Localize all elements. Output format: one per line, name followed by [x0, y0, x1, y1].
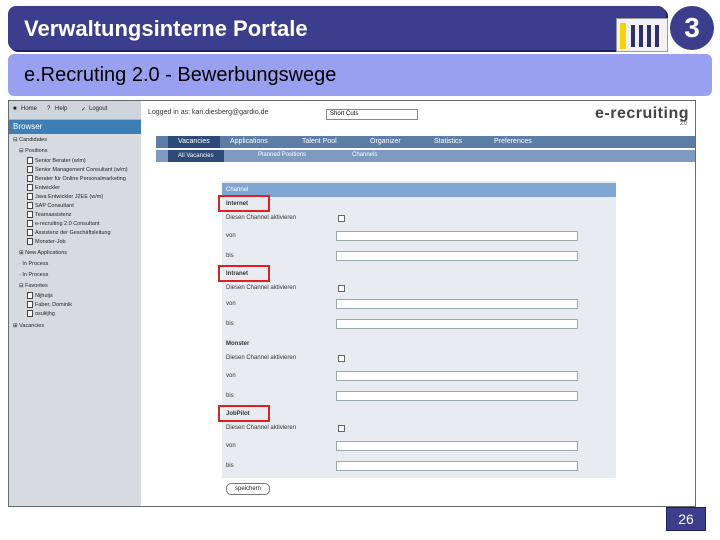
toolbar-help[interactable]: Help [55, 106, 67, 112]
tree-item[interactable]: ⊟ Positions [19, 148, 47, 154]
tree-item[interactable]: ⊞ New Applications [19, 250, 67, 256]
logged-in-info: Logged in as: kari.diesberg@gardio.de [148, 109, 269, 116]
tree-item[interactable]: ⊟ Favorites [19, 283, 48, 289]
slide-subtitle: e.Recruting 2.0 - Bewerbungswege [24, 64, 337, 86]
tree-item[interactable]: Nijhuijs [27, 292, 53, 299]
tree-item[interactable]: ⊟ Candidates [13, 137, 47, 143]
bis-row: bis [222, 249, 616, 263]
bis-row: bis [222, 389, 616, 403]
bis-input[interactable] [336, 461, 578, 471]
tree-item[interactable]: Entwickler [27, 184, 60, 191]
left-toolbar: ■ Home ? Help ✓ Logout [9, 101, 141, 120]
brand-version: 2.0 [680, 121, 687, 127]
subtab-planned-positions[interactable]: Planned Positions [258, 152, 306, 158]
activate-row: Diesen Channel aktivieren [222, 421, 616, 435]
tree-item[interactable]: e-recruiting 2.0 Consultant [27, 220, 100, 227]
von-row: von [222, 369, 616, 383]
tree-item[interactable]: ⊞ Vacancies [13, 323, 44, 329]
brand-logo: e-recruiting [594, 105, 689, 122]
slide-title-bar: Verwaltungsinterne Portale [8, 6, 668, 52]
von-row: von [222, 297, 616, 311]
tab-applications[interactable]: Applications [230, 138, 268, 145]
von-row: von [222, 229, 616, 243]
highlight-internet [218, 195, 270, 212]
activate-checkbox[interactable] [338, 285, 345, 292]
tree-item[interactable]: osuliijhg [27, 310, 55, 317]
subtab-channels[interactable]: Channels [352, 152, 377, 158]
app-screenshot: ■ Home ? Help ✓ Logout Browser ⊟ Candida… [8, 100, 696, 507]
bis-input[interactable] [336, 319, 578, 329]
tree-item[interactable]: · In Process [19, 261, 48, 267]
activate-checkbox[interactable] [338, 355, 345, 362]
von-row: von [222, 439, 616, 453]
tree-item[interactable]: Berater für Online Personalmarketing [27, 175, 126, 182]
slide-title: Verwaltungsinterne Portale [24, 16, 308, 41]
sub-nav: All Vacancies Planned Positions Channels [156, 150, 695, 162]
von-input[interactable] [336, 299, 578, 309]
channel-name-row: Monster [222, 337, 616, 351]
help-icon[interactable]: ? [47, 106, 50, 112]
activate-row: Diesen Channel aktivieren [222, 281, 616, 295]
tree-item[interactable]: Senior Management Consultant (w/m) [27, 166, 128, 173]
toolbar-logout[interactable]: Logout [89, 106, 107, 112]
bis-input[interactable] [336, 251, 578, 261]
channel-name-row: JobPilot [222, 407, 616, 421]
save-button[interactable]: speichern [226, 483, 270, 495]
tree-item[interactable]: Faber, Dominik [27, 301, 72, 308]
tab-organizer[interactable]: Organizer [370, 138, 401, 145]
logo-badge: 3 [670, 6, 714, 50]
shortcuts-select[interactable]: Short Cuts [326, 109, 418, 120]
tab-vacancies[interactable]: Vacancies [168, 136, 220, 148]
channel-name-row: Internet [222, 197, 616, 211]
activate-checkbox[interactable] [338, 425, 345, 432]
channel-name: Monster [226, 341, 250, 347]
bis-row: bis [222, 317, 616, 331]
logout-icon[interactable]: ✓ [81, 106, 86, 113]
von-input[interactable] [336, 371, 578, 381]
tab-talent-pool[interactable]: Talent Pool [302, 138, 337, 145]
logo-icon [616, 18, 668, 52]
home-icon[interactable]: ■ [13, 106, 17, 112]
tree-item[interactable]: SAP Consultant [27, 202, 74, 209]
channel-name-row: Intranet [222, 267, 616, 281]
tab-preferences[interactable]: Preferences [494, 138, 532, 145]
highlight-jobpilot [218, 405, 270, 422]
slide-subtitle-bar: e.Recruting 2.0 - Bewerbungswege [8, 54, 712, 96]
highlight-intranet [218, 265, 270, 282]
page-number: 26 [666, 507, 706, 531]
toolbar-home[interactable]: Home [21, 106, 37, 112]
activate-row: Diesen Channel aktivieren [222, 351, 616, 365]
main-panel: Logged in as: kari.diesberg@gardio.de Sh… [142, 101, 695, 506]
von-input[interactable] [336, 441, 578, 451]
tree-item[interactable]: Teamassistenz [27, 211, 71, 218]
channel-header: Channel [222, 183, 616, 197]
tab-statistics[interactable]: Statistics [434, 138, 462, 145]
browser-header: Browser [9, 120, 141, 134]
tree-item[interactable]: Assistenz der Geschäftsleitung [27, 229, 111, 236]
von-input[interactable] [336, 231, 578, 241]
tree-item[interactable]: Monster-Job [27, 238, 66, 245]
channel-form: Channel Internet Diesen Channel aktivier… [222, 181, 616, 478]
tree-item[interactable]: Senior Berater (w/m) [27, 157, 86, 164]
tree-item[interactable]: Java Entwickler J2EE (w/m) [27, 193, 103, 200]
subtab-all-vacancies[interactable]: All Vacancies [168, 150, 224, 162]
activate-checkbox[interactable] [338, 215, 345, 222]
bis-row: bis [222, 459, 616, 473]
activate-row: Diesen Channel aktivieren [222, 211, 616, 225]
main-nav: Vacancies Applications Talent Pool Organ… [156, 136, 695, 148]
left-panel: ■ Home ? Help ✓ Logout Browser ⊟ Candida… [9, 101, 141, 506]
bis-input[interactable] [336, 391, 578, 401]
tree-item[interactable]: · In Process [19, 272, 48, 278]
